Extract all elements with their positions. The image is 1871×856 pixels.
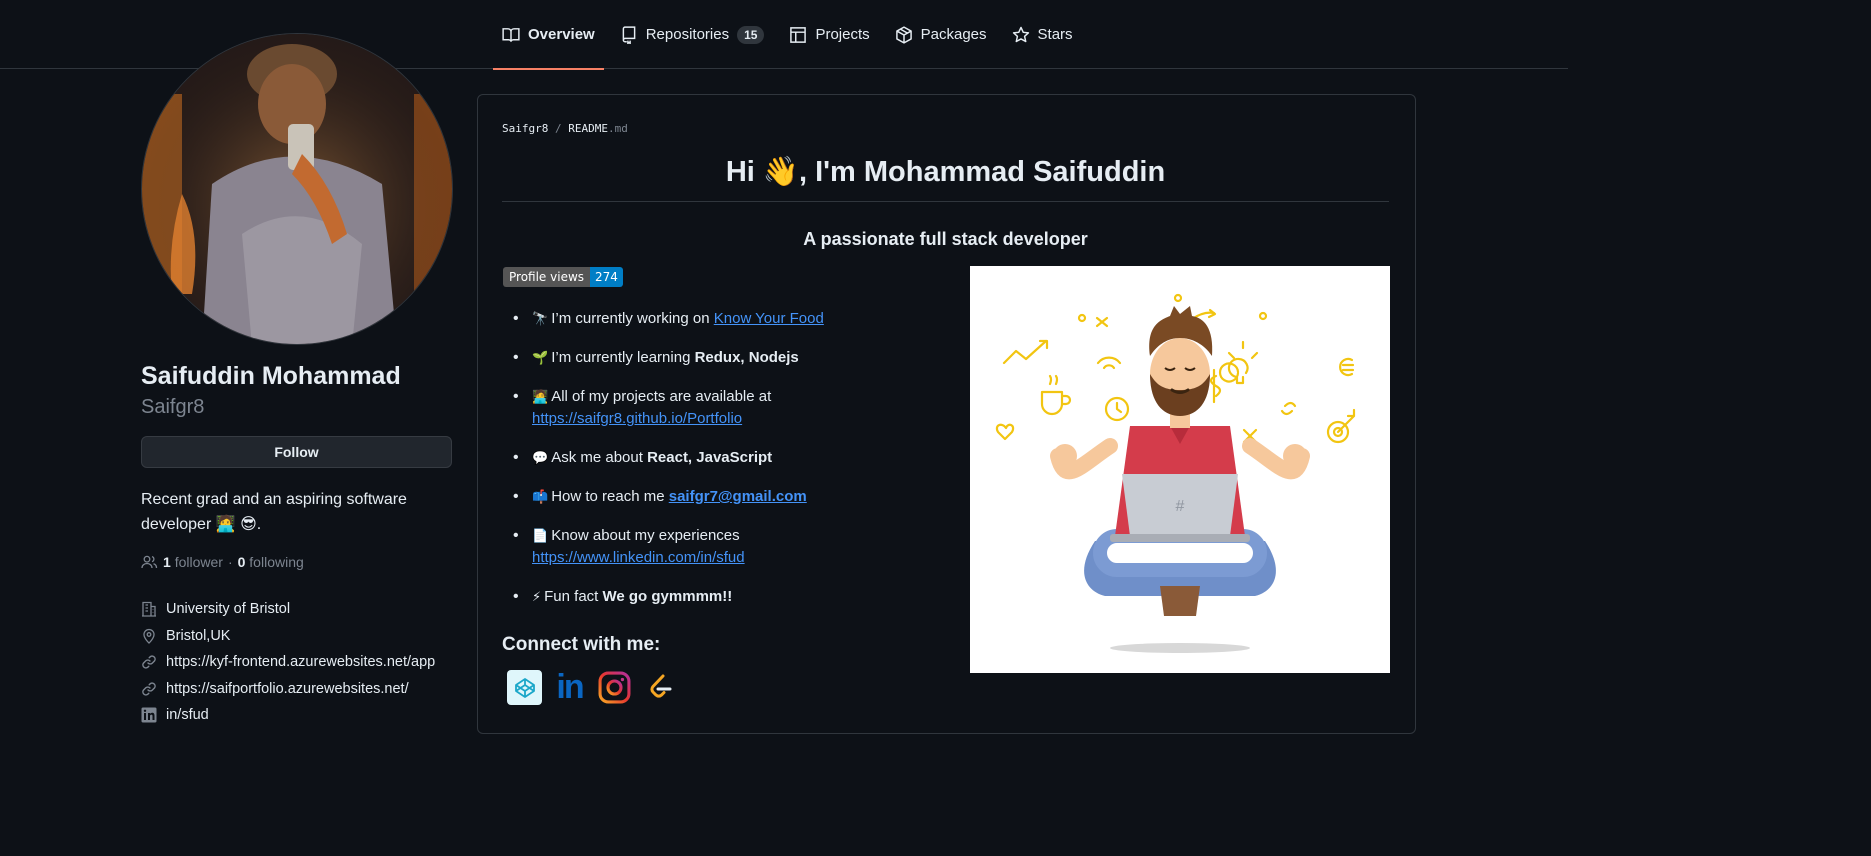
tab-overview-label: Overview (528, 26, 595, 43)
linkedin-link[interactable]: in/sfud (166, 707, 209, 723)
linkedin-profile-link[interactable]: https://www.linkedin.com/in/sfud (532, 549, 745, 566)
organization-row: University of Bristol (141, 596, 435, 623)
location-text: Bristol,UK (166, 627, 231, 644)
list-item-working: 🔭I’m currently working on Know Your Food (513, 308, 933, 330)
people-icon (141, 555, 158, 569)
learning-text: I’m currently learning (551, 349, 695, 366)
linkedin-logo-icon[interactable]: in (552, 668, 587, 706)
website-link-2[interactable]: https://saifportfolio.azurewebsites.net/ (166, 681, 409, 697)
readme-list: 🔭I’m currently working on Know Your Food… (513, 308, 933, 625)
fun-fact-bold: We go gymmmm!! (602, 588, 733, 605)
list-item-experience: 📄Know about my experiences https://www.li… (513, 525, 933, 569)
portfolio-link[interactable]: https://saifgr8.github.io/Portfolio (532, 410, 742, 427)
tab-repositories[interactable]: Repositories 15 (611, 0, 774, 69)
badge-label: Profile views (503, 267, 591, 287)
reach-text: How to reach me (551, 488, 669, 505)
know-your-food-link[interactable]: Know Your Food (714, 310, 824, 327)
telescope-icon: 🔭 (532, 311, 549, 326)
package-icon (895, 25, 912, 44)
social-links: in (507, 668, 677, 706)
avatar[interactable] (141, 33, 453, 345)
connect-heading: Connect with me: (502, 634, 661, 655)
following-label: following (249, 554, 304, 570)
table-icon (790, 26, 807, 43)
star-icon (1012, 26, 1029, 42)
profile-username: Saifgr8 (141, 396, 205, 418)
experience-text: Know about my experiences (551, 527, 740, 544)
linkedin-row: in/sfud (141, 702, 435, 729)
breadcrumb-extension: .md (607, 122, 628, 135)
list-item-reach: 📫How to reach me saifgr7@gmail.com (513, 486, 933, 508)
website-link-1[interactable]: https://kyf-frontend.azurewebsites.net/a… (166, 654, 435, 670)
book-icon (502, 27, 520, 42)
tab-overview[interactable]: Overview (493, 0, 604, 70)
ask-topics: React, JavaScript (647, 449, 773, 466)
tab-projects-label: Projects (815, 26, 870, 43)
working-text: I’m currently working on (551, 310, 714, 327)
list-item-learning: 🌱I’m currently learning Redux, Nodejs (513, 347, 933, 369)
website-row-1: https://kyf-frontend.azurewebsites.net/a… (141, 649, 435, 676)
mailbox-icon: 📫 (532, 489, 549, 504)
list-item-ask: 💬Ask me about React, JavaScript (513, 447, 933, 469)
stats-separator: · (227, 554, 233, 570)
readme-breadcrumb: Saifgr8 / README.md (502, 122, 628, 135)
seedling-icon: 🌱 (532, 350, 549, 365)
lightning-icon: ⚡ (532, 589, 542, 604)
tab-packages-label: Packages (920, 26, 987, 43)
organization-text: University of Bristol (166, 601, 291, 618)
repositories-count: 15 (737, 25, 765, 44)
followers-count: 1 (163, 554, 171, 570)
readme-subheading: A passionate full stack developer (803, 229, 1088, 249)
profile-bio: Recent grad and an aspiring software dev… (141, 491, 407, 533)
heading-divider (502, 201, 1389, 202)
profile-views-badge: Profile views 274 (503, 267, 623, 287)
technologist-icon: 🧑‍💻 (532, 389, 549, 404)
website-row-2: https://saifportfolio.azurewebsites.net/ (141, 676, 435, 703)
link-icon (142, 655, 156, 669)
following-link[interactable]: 0 following (238, 554, 304, 570)
tab-packages[interactable]: Packages (886, 0, 996, 69)
followers-label: follower (174, 554, 223, 570)
document-icon: 📄 (532, 528, 549, 543)
tab-stars-label: Stars (1037, 26, 1073, 43)
profile-tabs: Overview Repositories 15 Projects Packag… (493, 0, 1089, 70)
codepen-icon[interactable] (507, 670, 542, 705)
profile-fullname: Saifuddin Mohammad (141, 362, 401, 390)
profile-details: University of Bristol Bristol,UK https:/… (141, 596, 435, 729)
readme-heading: Hi 👋, I'm Mohammad Saifuddin (725, 156, 1166, 188)
ask-text: Ask me about (551, 449, 648, 466)
list-item-fun-fact: ⚡Fun fact We go gymmmm!! (513, 586, 933, 608)
follow-stats: 1 follower · 0 following (141, 554, 304, 570)
tab-repositories-label: Repositories (645, 26, 730, 43)
leetcode-icon[interactable] (642, 670, 677, 705)
projects-text: All of my projects are available at (551, 388, 772, 405)
speech-bubble-icon: 💬 (532, 450, 549, 465)
linkedin-logo-text: in (556, 668, 584, 706)
laptop-hash-text: # (1176, 498, 1185, 515)
location-row: Bristol,UK (141, 623, 435, 650)
breadcrumb-separator: / (554, 122, 562, 135)
learning-topics: Redux, Nodejs (694, 349, 799, 366)
meditating-developer-illustration: # (970, 266, 1390, 673)
organization-icon (142, 602, 156, 617)
instagram-icon[interactable] (597, 670, 632, 705)
location-icon (143, 628, 155, 644)
following-count: 0 (237, 554, 246, 570)
linkedin-icon (141, 707, 157, 723)
repo-icon (622, 25, 636, 44)
list-item-projects: 🧑‍💻All of my projects are available at ht… (513, 386, 933, 430)
avatar-photo (142, 34, 452, 344)
breadcrumb-owner[interactable]: Saifgr8 (502, 122, 548, 135)
follow-button[interactable]: Follow (141, 436, 452, 468)
breadcrumb-file[interactable]: README (568, 122, 608, 135)
tab-stars[interactable]: Stars (1003, 0, 1082, 69)
badge-value: 274 (590, 267, 623, 287)
followers-link[interactable]: 1 follower (163, 554, 223, 570)
link-icon (142, 682, 156, 696)
tab-projects[interactable]: Projects (780, 0, 878, 69)
fun-fact-text: Fun fact (544, 588, 603, 605)
email-link[interactable]: saifgr7@gmail.com (669, 488, 807, 505)
